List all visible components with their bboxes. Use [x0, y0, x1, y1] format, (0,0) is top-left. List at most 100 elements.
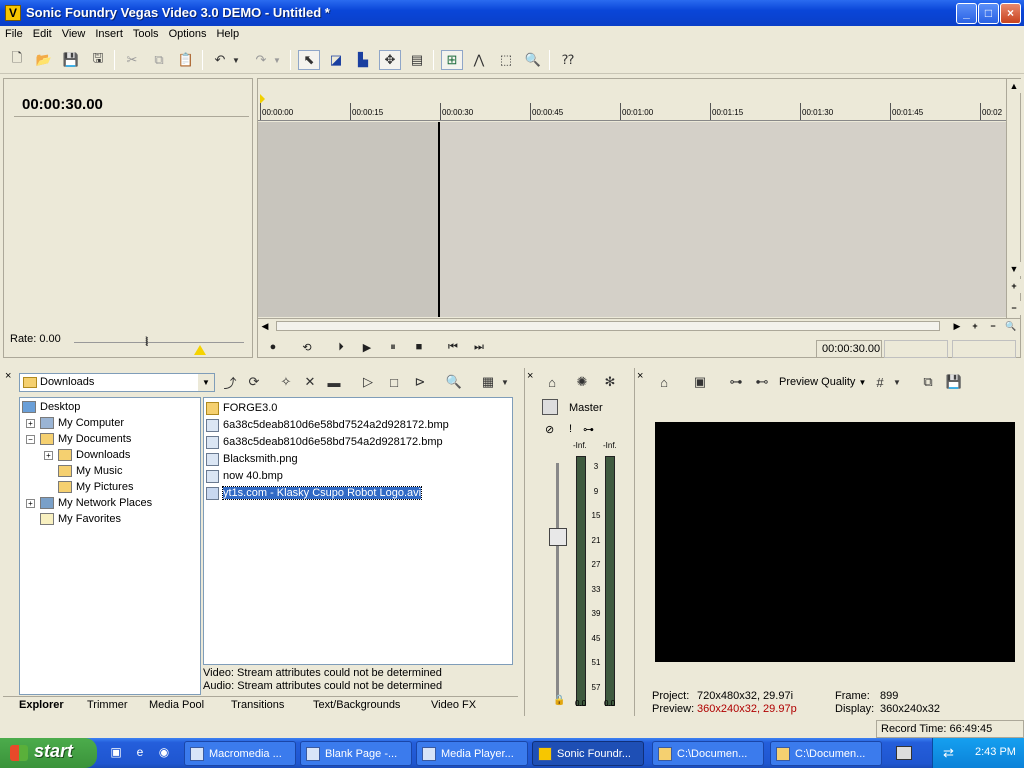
zoom-out-vertical-icon[interactable]: −: [1007, 301, 1021, 315]
new-folder-icon[interactable]: ✧: [275, 372, 297, 392]
go-to-start-icon[interactable]: ⏮: [444, 341, 462, 357]
list-item[interactable]: 6a38c5deab810d6e58bd754a2d928172.bmp: [206, 434, 443, 450]
taskbar-item-documents-2[interactable]: C:\Documen...: [770, 741, 882, 766]
normal-edit-tool-icon[interactable]: ⬉: [298, 50, 320, 70]
mixer-properties-icon[interactable]: ⌂: [541, 372, 563, 392]
scroll-up-icon[interactable]: ▲: [1007, 79, 1021, 93]
tab-explorer[interactable]: Explorer: [19, 699, 64, 711]
list-item-selected[interactable]: yt1s.com - Klasky Csupo Robot Logo.avi: [206, 485, 423, 501]
tab-text-backgrounds[interactable]: Text/Backgrounds: [313, 699, 400, 711]
clock[interactable]: 2:43 PM: [975, 746, 1016, 758]
rate-slider-track[interactable]: [74, 342, 244, 343]
preview-quality-dropdown[interactable]: Preview Quality ▼: [779, 376, 866, 388]
video-fx-icon[interactable]: ⊷: [751, 372, 773, 392]
tree-expander[interactable]: −: [26, 435, 35, 444]
play-icon[interactable]: ▶: [358, 341, 376, 357]
menu-tools[interactable]: Tools: [128, 26, 164, 40]
tab-media-pool[interactable]: Media Pool: [149, 699, 204, 711]
keyboard-icon[interactable]: [896, 746, 912, 760]
insert-bus-icon[interactable]: ✺: [571, 372, 593, 392]
taskbar-item-sonic-foundry[interactable]: Sonic Foundr...: [532, 741, 644, 766]
save-icon[interactable]: 💾: [60, 50, 82, 70]
undo-dropdown-icon[interactable]: ▼: [230, 50, 242, 70]
scroll-right-icon[interactable]: ▶: [950, 319, 964, 333]
timeline-horizontal-scrollbar[interactable]: ◀ ▶ + − 🔍: [258, 318, 1020, 334]
file-list[interactable]: FORGE3.0 6a38c5deab810d6e58bd7524a2d9281…: [203, 397, 513, 665]
menu-edit[interactable]: Edit: [28, 26, 57, 40]
refresh-icon[interactable]: ⟳: [243, 372, 265, 392]
scrollbar-thumb[interactable]: [276, 321, 940, 331]
track-list-pane[interactable]: 00:00:30.00 Rate: 0.00 ⦚⦚⦚: [3, 78, 253, 358]
media-player-icon[interactable]: ◉: [156, 745, 172, 761]
tree-item-my-documents[interactable]: My Documents: [40, 431, 131, 447]
record-icon[interactable]: ●: [264, 341, 282, 357]
menu-file[interactable]: File: [0, 26, 28, 40]
tree-item-my-computer[interactable]: My Computer: [40, 415, 124, 431]
tree-item-my-network-places[interactable]: My Network Places: [40, 495, 152, 511]
folder-tree[interactable]: Desktop + My Computer − My Documents + D…: [19, 397, 201, 695]
list-item[interactable]: FORGE3.0: [206, 400, 277, 416]
tab-transitions[interactable]: Transitions: [231, 699, 284, 711]
auto-preview-icon[interactable]: ⊳: [409, 372, 431, 392]
taskbar-item-blank-page[interactable]: Blank Page -...: [300, 741, 412, 766]
redo-dropdown-icon[interactable]: ▼: [271, 50, 283, 70]
auto-ripple-icon[interactable]: ✥: [379, 50, 401, 70]
overlays-dropdown-icon[interactable]: ▼: [891, 372, 903, 392]
up-one-level-icon[interactable]: ⤴: [219, 372, 241, 392]
preview-stop-icon[interactable]: □: [383, 372, 405, 392]
timeline-tracks-area[interactable]: [258, 122, 1006, 317]
insert-fx-icon[interactable]: ✻: [599, 372, 621, 392]
taskbar-item-macromedia[interactable]: Macromedia ...: [184, 741, 296, 766]
select-tool-icon[interactable]: ⬚: [495, 50, 517, 70]
tree-item-my-music[interactable]: My Music: [58, 463, 122, 479]
chevron-down-icon[interactable]: ▼: [198, 374, 214, 391]
delete-icon[interactable]: ✕: [299, 372, 321, 392]
network-tray-icon[interactable]: ⇄: [943, 745, 954, 761]
undo-icon[interactable]: ↶: [209, 50, 231, 70]
menu-view[interactable]: View: [57, 26, 91, 40]
time-ruler[interactable]: 00:00:00 00:00:15 00:00:30 00:00:45 00:0…: [258, 103, 1006, 121]
menu-help[interactable]: Help: [211, 26, 244, 40]
lock-icon[interactable]: 🔒: [553, 695, 565, 706]
tree-expander[interactable]: +: [44, 451, 53, 460]
redo-icon[interactable]: ↷: [250, 50, 272, 70]
snapping-icon[interactable]: ⊞: [441, 50, 463, 70]
master-bus-fx-icon[interactable]: [542, 399, 558, 415]
views-dropdown-icon[interactable]: ▼: [499, 372, 511, 392]
tree-item-my-pictures[interactable]: My Pictures: [58, 479, 133, 495]
solo-icon[interactable]: !: [569, 423, 572, 435]
close-button[interactable]: ×: [1000, 3, 1021, 24]
whats-this-help-icon[interactable]: ⁇: [557, 50, 579, 70]
volume-fader-thumb[interactable]: [549, 528, 567, 546]
lock-envelopes-icon[interactable]: ▤: [406, 50, 428, 70]
tree-item-downloads[interactable]: Downloads: [58, 447, 130, 463]
taskbar-item-media-player[interactable]: Media Player...: [416, 741, 528, 766]
new-file-icon[interactable]: 🗋: [6, 50, 28, 70]
split-screen-icon[interactable]: ⊶: [725, 372, 747, 392]
preview-play-icon[interactable]: ▷: [357, 372, 379, 392]
overlays-grid-icon[interactable]: #: [869, 372, 891, 392]
copy-icon[interactable]: ⧉: [148, 50, 170, 70]
zoom-tool-icon[interactable]: 🔍: [522, 50, 544, 70]
go-to-end-icon[interactable]: ⏭: [470, 341, 488, 357]
vegas-app-icon[interactable]: V: [5, 5, 21, 21]
stop-icon[interactable]: ■: [410, 341, 428, 357]
copy-snapshot-icon[interactable]: ⧉: [917, 372, 939, 392]
list-item[interactable]: Blacksmith.png: [206, 451, 298, 467]
envelope-tool-icon[interactable]: ◪: [325, 50, 347, 70]
envelope-edit-icon[interactable]: ⋀: [468, 50, 490, 70]
tab-video-fx[interactable]: Video FX: [431, 699, 476, 711]
minimize-button[interactable]: _: [956, 3, 977, 24]
title-bar[interactable]: V Sonic Foundry Vegas Video 3.0 DEMO - U…: [0, 0, 1024, 26]
search-icon[interactable]: 🔍: [443, 372, 465, 392]
preview-properties-icon[interactable]: ⌂: [653, 372, 675, 392]
taskbar-item-documents-1[interactable]: C:\Documen...: [652, 741, 764, 766]
add-to-media-pool-icon[interactable]: ▬: [323, 372, 345, 392]
selection-tool-icon[interactable]: ▙: [352, 50, 374, 70]
paste-icon[interactable]: 📋: [175, 50, 197, 70]
maximize-button[interactable]: □: [978, 3, 999, 24]
properties-icon[interactable]: 🖫: [87, 50, 109, 70]
open-folder-icon[interactable]: 📂: [33, 50, 55, 70]
zoom-tool-small-icon[interactable]: 🔍: [1004, 319, 1018, 333]
views-icon[interactable]: ▦: [477, 372, 499, 392]
